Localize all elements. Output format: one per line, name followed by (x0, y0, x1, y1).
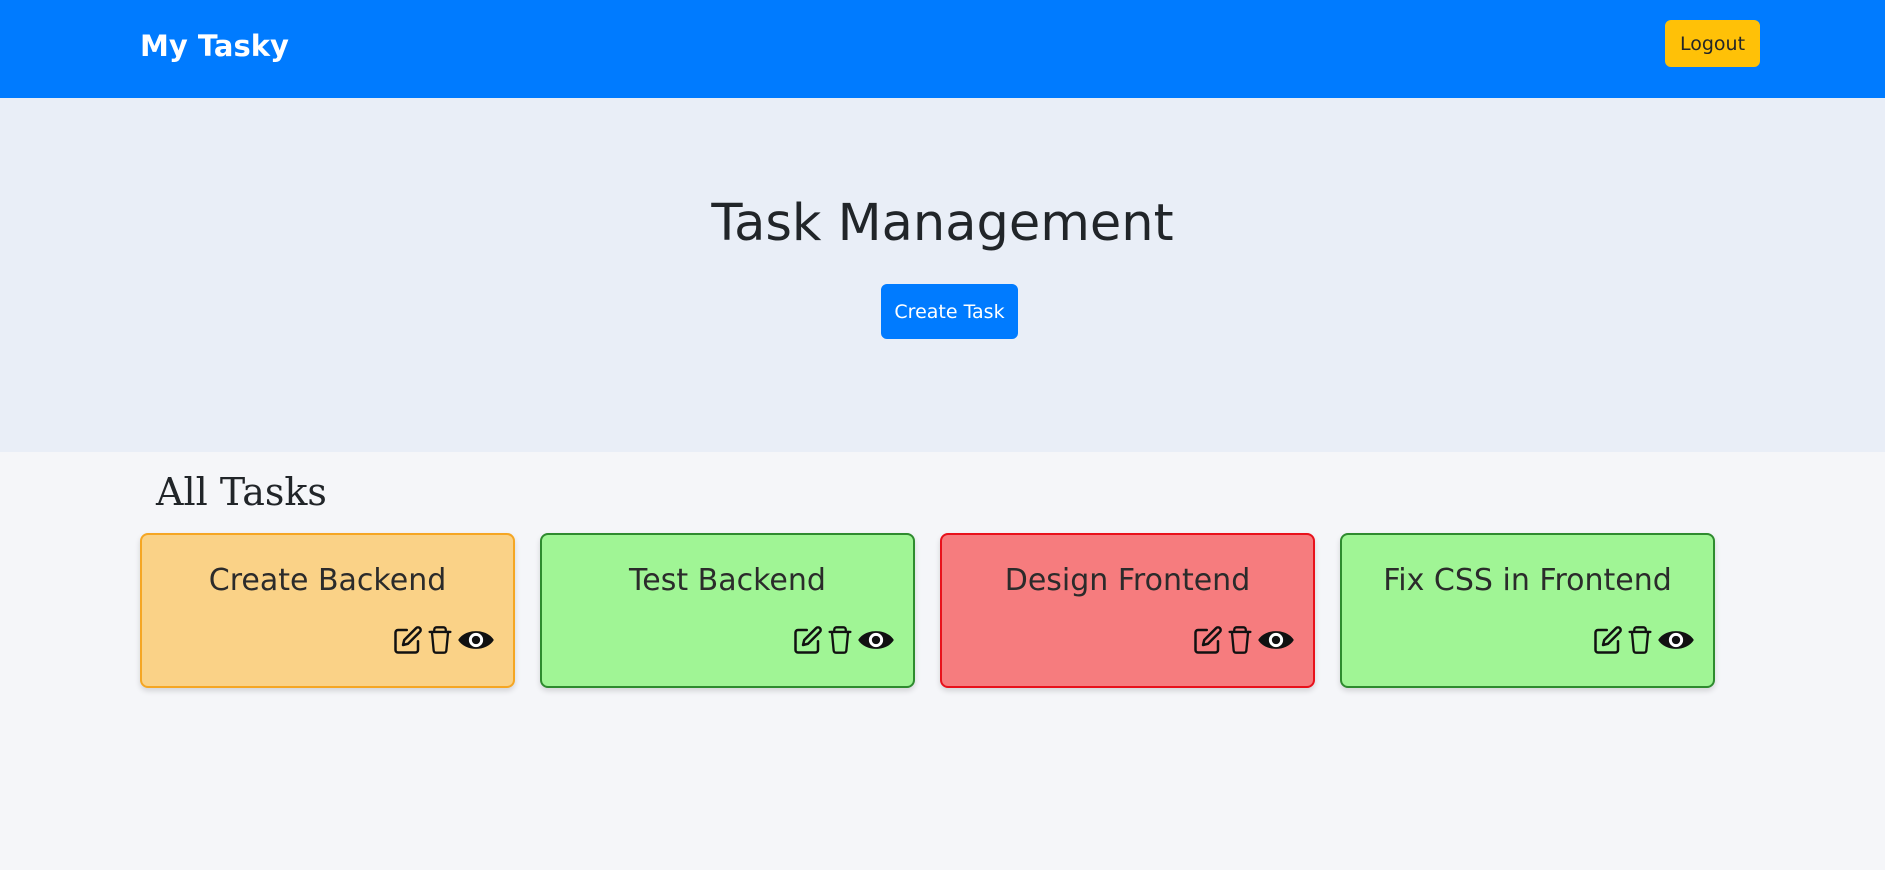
eye-icon[interactable] (1257, 625, 1295, 655)
task-card: Fix CSS in Frontend (1340, 533, 1715, 688)
trash-icon[interactable] (1226, 625, 1254, 655)
section-title: All Tasks (156, 470, 327, 514)
create-task-button[interactable]: Create Task (881, 284, 1018, 339)
task-actions (1593, 623, 1695, 657)
task-title: Fix CSS in Frontend (1383, 563, 1672, 598)
task-card: Create Backend (140, 533, 515, 688)
brand-logo[interactable]: My Tasky (140, 29, 289, 63)
task-title: Test Backend (629, 563, 826, 598)
eye-icon[interactable] (857, 625, 895, 655)
trash-icon[interactable] (1626, 625, 1654, 655)
edit-icon[interactable] (1193, 625, 1223, 655)
eye-icon[interactable] (1657, 625, 1695, 655)
task-actions (1193, 623, 1295, 657)
task-title: Create Backend (208, 563, 447, 598)
logout-button[interactable]: Logout (1665, 20, 1760, 67)
edit-icon[interactable] (393, 625, 423, 655)
edit-icon[interactable] (1593, 625, 1623, 655)
hero-section: Task Management Create Task (0, 98, 1885, 452)
task-actions (793, 623, 895, 657)
task-title: Design Frontend (1004, 563, 1251, 598)
page-title: Task Management (711, 194, 1174, 253)
task-card: Test Backend (540, 533, 915, 688)
edit-icon[interactable] (793, 625, 823, 655)
trash-icon[interactable] (426, 625, 454, 655)
eye-icon[interactable] (457, 625, 495, 655)
trash-icon[interactable] (826, 625, 854, 655)
navbar: My Tasky Logout (0, 0, 1885, 98)
task-actions (393, 623, 495, 657)
task-card: Design Frontend (940, 533, 1315, 688)
